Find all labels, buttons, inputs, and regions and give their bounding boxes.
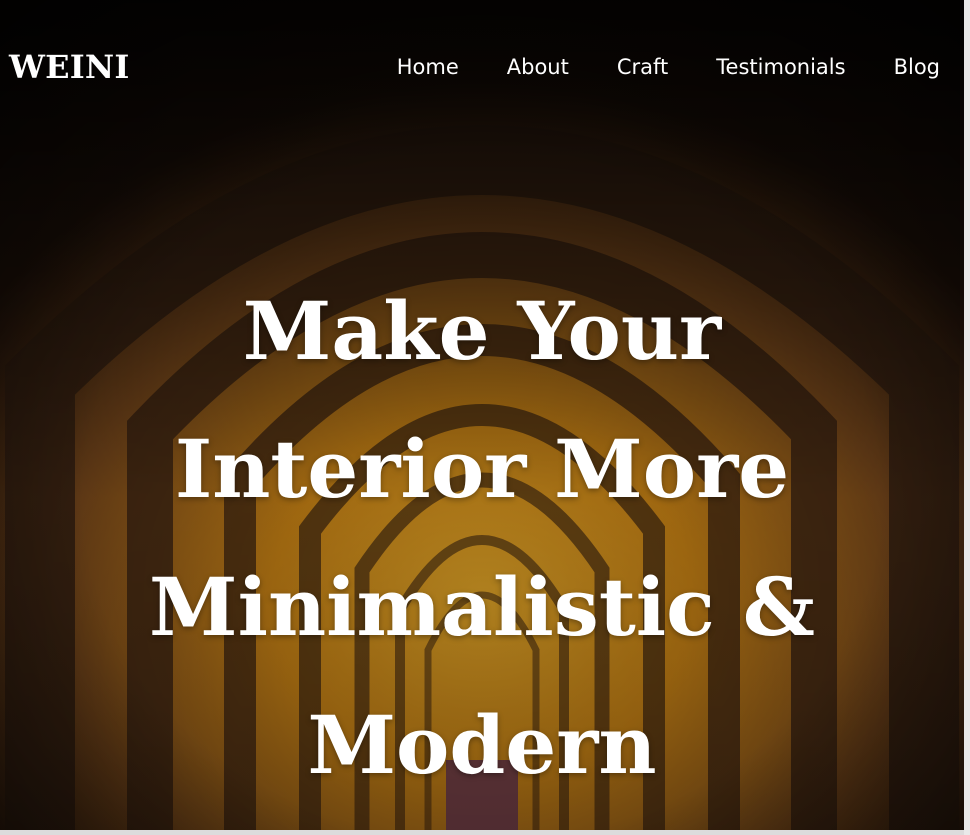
nav-link-home[interactable]: Home bbox=[397, 52, 459, 82]
main-nav: Home About Craft Testimonials Blog bbox=[397, 52, 940, 82]
hero-headline: Make Your Interior More Minimalistic & M… bbox=[0, 262, 964, 814]
nav-link-craft[interactable]: Craft bbox=[617, 52, 668, 82]
site-logo[interactable]: WEINI bbox=[9, 47, 130, 87]
vertical-scrollbar[interactable] bbox=[964, 0, 970, 835]
nav-link-about[interactable]: About bbox=[507, 52, 569, 82]
hero-section: WEINI Home About Craft Testimonials Blog… bbox=[0, 0, 964, 830]
hero-headline-line-4: Modern bbox=[307, 698, 657, 792]
hero-headline-line-3: Minimalistic & bbox=[149, 560, 815, 654]
hero-headline-line-1: Make Your bbox=[242, 284, 722, 378]
nav-link-blog[interactable]: Blog bbox=[894, 52, 940, 82]
nav-link-testimonials[interactable]: Testimonials bbox=[716, 52, 845, 82]
page-bottom-edge bbox=[0, 830, 964, 835]
hero-headline-line-2: Interior More bbox=[174, 422, 790, 516]
top-navigation-bar: WEINI Home About Craft Testimonials Blog bbox=[0, 0, 964, 135]
